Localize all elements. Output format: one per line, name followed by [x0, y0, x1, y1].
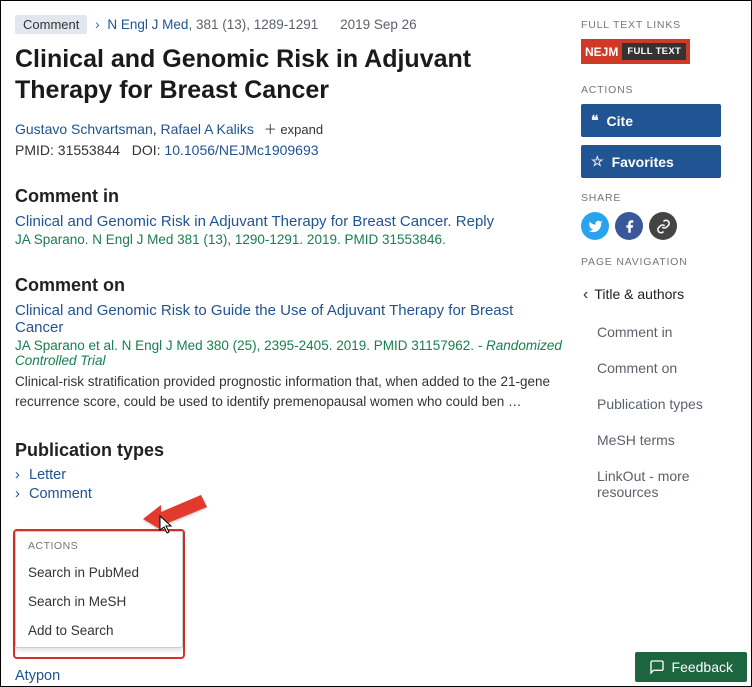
comment-on-cite: JA Sparano et al. N Engl J Med 380 (25),…	[15, 338, 563, 368]
popup-search-mesh[interactable]: Search in MeSH	[16, 587, 182, 616]
sidebar-actions-label: ACTIONS	[581, 84, 737, 96]
popup-header: ACTIONS	[16, 538, 182, 558]
identifiers: PMID: 31553844 DOI: 10.1056/NEJMc1909693	[15, 142, 563, 158]
permalink-icon[interactable]	[649, 212, 677, 240]
section-comment-in: Comment in	[15, 186, 563, 207]
section-pubtypes: Publication types	[15, 440, 563, 461]
sidebar-nav-label: PAGE NAVIGATION	[581, 256, 737, 268]
pubtype-badge: Comment	[15, 15, 87, 34]
sidebar-fulltext-label: FULL TEXT LINKS	[581, 19, 737, 31]
author-link[interactable]: Rafael A Kaliks	[161, 121, 254, 137]
nav-linkout[interactable]: LinkOut - more resources	[581, 458, 737, 510]
fulltext-nejm-button[interactable]: NEJMFULL TEXT	[581, 39, 690, 64]
pubtype-item[interactable]: ›Letter	[15, 467, 563, 483]
nav-comment-in[interactable]: Comment in	[581, 314, 737, 350]
comment-in-link[interactable]: Clinical and Genomic Risk in Adjuvant Th…	[15, 213, 494, 230]
section-comment-on: Comment on	[15, 275, 563, 296]
popup-search-pubmed[interactable]: Search in PubMed	[16, 558, 182, 587]
page-title: Clinical and Genomic Risk in Adjuvant Th…	[15, 44, 563, 107]
journal-link[interactable]: N Engl J Med	[107, 17, 188, 32]
nav-mesh[interactable]: MeSH terms	[581, 422, 737, 458]
expand-authors[interactable]: ＋ expand	[264, 122, 323, 137]
cite-button[interactable]: ❝Cite	[581, 104, 721, 137]
mesh-actions-popup: ACTIONS Search in PubMed Search in MeSH …	[15, 531, 183, 648]
nav-comment-on[interactable]: Comment on	[581, 350, 737, 386]
chat-icon	[649, 659, 665, 675]
doi-link[interactable]: 10.1056/NEJMc1909693	[164, 142, 318, 158]
chevron-right-icon: ›	[95, 17, 100, 32]
pmid-value: 31553844	[58, 142, 120, 158]
nav-title-authors[interactable]: Title & authors	[581, 276, 737, 314]
journal-desc: , 381 (13), 1289-1291	[188, 17, 318, 32]
popup-add-to-search[interactable]: Add to Search	[16, 616, 182, 645]
sidebar-share-label: SHARE	[581, 192, 737, 204]
pubtype-item[interactable]: ›Comment	[15, 486, 563, 502]
facebook-icon[interactable]	[615, 212, 643, 240]
authors: Gustavo Schvartsman, Rafael A Kaliks ＋ e…	[15, 119, 563, 138]
nav-pubtypes[interactable]: Publication types	[581, 386, 737, 422]
page-nav: Title & authors Comment in Comment on Pu…	[581, 276, 737, 510]
comment-on-snippet: Clinical-risk stratification provided pr…	[15, 372, 563, 413]
comment-on-link[interactable]: Clinical and Genomic Risk to Guide the U…	[15, 302, 513, 336]
feedback-button[interactable]: Feedback	[635, 652, 747, 682]
favorites-button[interactable]: ☆Favorites	[581, 145, 721, 178]
comment-in-cite: JA Sparano. N Engl J Med 381 (13), 1290-…	[15, 232, 563, 247]
twitter-icon[interactable]	[581, 212, 609, 240]
citation-line: Comment › N Engl J Med, 381 (13), 1289-1…	[15, 15, 563, 34]
author-link[interactable]: Gustavo Schvartsman	[15, 121, 153, 137]
star-icon: ☆	[591, 153, 604, 170]
linkout-source[interactable]: Atypon	[15, 668, 60, 684]
pub-date: 2019 Sep 26	[340, 17, 417, 32]
quote-icon: ❝	[591, 112, 599, 129]
